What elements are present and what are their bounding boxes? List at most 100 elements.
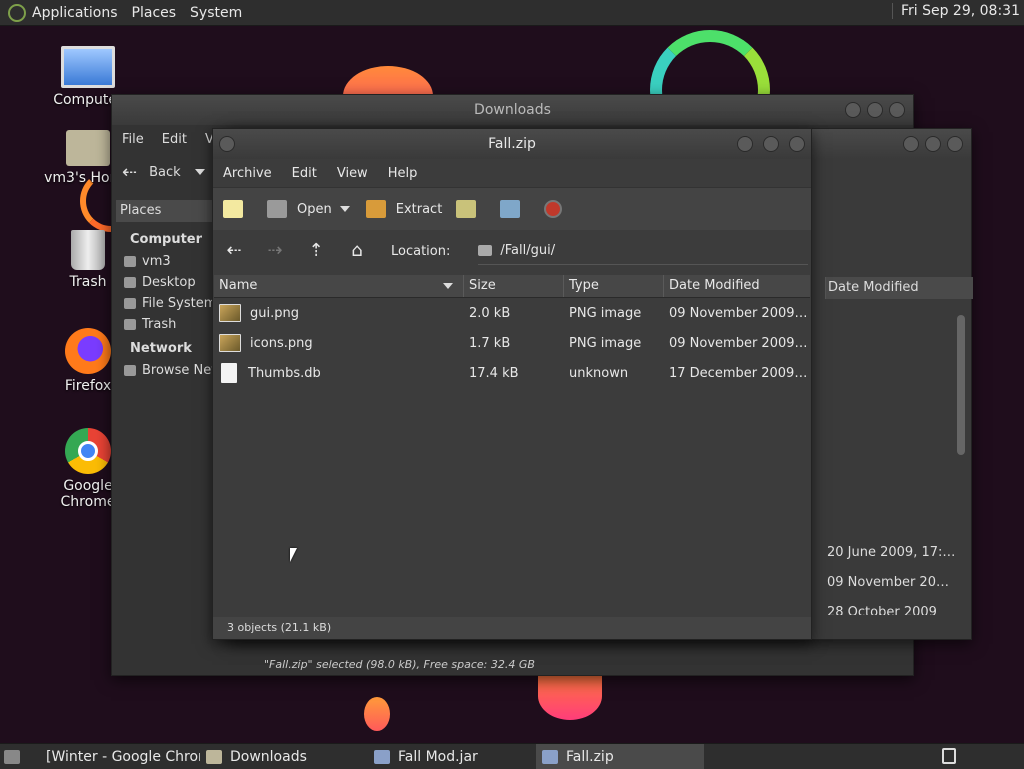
places-menu[interactable]: Places (132, 5, 177, 21)
archive-icon (374, 749, 390, 764)
menu-view[interactable]: View (337, 166, 368, 181)
fall-titlebar[interactable]: Fall.zip (213, 129, 811, 159)
fall-menubar: Archive Edit View Help (213, 159, 811, 187)
column-header-date[interactable]: Date Modified (664, 275, 810, 297)
folder-icon (206, 749, 222, 764)
archive-icon (542, 749, 558, 764)
folder-icon (478, 245, 493, 256)
applications-menu[interactable]: Applications (32, 5, 118, 21)
close-button[interactable] (947, 136, 963, 152)
workspace-switcher-icon[interactable] (942, 748, 956, 764)
file-type: PNG image (569, 335, 642, 351)
minimize-button[interactable] (737, 136, 753, 152)
maximize-button[interactable] (925, 136, 941, 152)
open-icon (267, 200, 287, 218)
sidebar-item-browse-network[interactable]: Browse Network (116, 360, 216, 381)
back-button[interactable]: Back (149, 165, 181, 180)
maximize-button[interactable] (867, 102, 883, 118)
menu-archive[interactable]: Archive (223, 166, 272, 181)
sidebar-group-computer: Computer (130, 232, 203, 247)
downloads-title: Downloads (474, 102, 551, 118)
sidebar-item-desktop[interactable]: Desktop (116, 272, 216, 293)
show-desktop-icon (4, 749, 20, 764)
add-folder-button[interactable] (500, 200, 530, 218)
sidebar-header[interactable]: Places (116, 200, 216, 222)
stop-button[interactable] (544, 200, 572, 218)
close-button[interactable] (789, 136, 805, 152)
home-icon[interactable]: ⌂ (346, 240, 368, 262)
extract-button[interactable]: Extract (365, 200, 442, 218)
clock[interactable]: Fri Sep 29, 08:31 (891, 3, 1020, 19)
minimize-button[interactable] (845, 102, 861, 118)
close-button[interactable] (889, 102, 905, 118)
file-name: icons.png (250, 335, 313, 351)
column-header-type[interactable]: Type (564, 275, 664, 297)
location-label: Location: (391, 243, 451, 259)
forward-arrow-icon[interactable]: ⇢ (264, 240, 286, 262)
stop-icon (544, 200, 563, 218)
taskbar-item-fall-mod-jar[interactable]: Fall Mod.jar (368, 744, 536, 769)
file-list-header: Name Size Type Date Modified (214, 275, 810, 298)
image-file-icon (219, 304, 241, 322)
wallpaper-shape-bottom (538, 672, 602, 720)
computer-icon (61, 46, 115, 88)
minimize-button[interactable] (903, 136, 919, 152)
sidebar-item-trash[interactable]: Trash (116, 314, 216, 335)
column-header-date[interactable]: Date Modified (825, 277, 973, 299)
menu-edit[interactable]: Edit (162, 132, 187, 147)
places-sidebar: Places Computer vm3 Desktop File System … (116, 200, 216, 670)
window-menu-button[interactable] (219, 136, 235, 152)
downloads-statusbar: "Fall.zip" selected (98.0 kB), Free spac… (264, 658, 535, 671)
back-history-dropdown[interactable] (194, 169, 205, 175)
home-folder-icon (66, 130, 110, 166)
vertical-scrollbar[interactable] (955, 299, 967, 615)
open-button[interactable]: Open (267, 200, 332, 218)
file-row[interactable]: Thumbs.db 17.4 kB unknown 17 December 20… (214, 358, 810, 388)
back-arrow-icon[interactable]: ⇠ (223, 240, 245, 262)
new-archive-icon (223, 200, 243, 218)
show-desktop-button[interactable] (0, 744, 32, 769)
downloads-titlebar[interactable]: Downloads (112, 95, 913, 125)
up-arrow-icon[interactable]: ⇡ (305, 240, 327, 262)
sidebar-item-file-system[interactable]: File System (116, 293, 216, 314)
file-name: gui.png (250, 305, 299, 321)
file-size: 1.7 kB (469, 335, 511, 351)
menu-edit[interactable]: Edit (292, 166, 317, 181)
file-date: 09 November 2009, 12:00 (669, 335, 810, 351)
date-cell: 20 June 2009, 17:42 (827, 545, 957, 560)
menu-help[interactable]: Help (388, 166, 418, 181)
open-dropdown[interactable] (339, 206, 350, 212)
archive-manager-window: Fall.zip Archive Edit View Help Open Ext… (212, 128, 812, 640)
taskbar: [Winter - Google Chrome] Downloads Fall … (0, 743, 1024, 769)
file-row[interactable]: gui.png 2.0 kB PNG image 09 November 200… (214, 298, 810, 328)
add-files-button[interactable] (456, 200, 486, 218)
new-archive-button[interactable] (223, 200, 253, 218)
column-header-size[interactable]: Size (464, 275, 564, 297)
wallpaper-shape-small (364, 697, 390, 731)
file-row[interactable]: icons.png 1.7 kB PNG image 09 November 2… (214, 328, 810, 358)
maximize-button[interactable] (763, 136, 779, 152)
file-date: 09 November 2009, 12:00 (669, 305, 810, 321)
sidebar-group-network: Network (130, 341, 192, 356)
menu-file[interactable]: File (122, 132, 144, 147)
fall-toolbar: Open Extract (213, 187, 811, 230)
extract-icon (365, 200, 386, 218)
distro-logo-icon[interactable] (8, 3, 26, 22)
location-bar: ⇠ ⇢ ⇡ ⌂ Location: /Fall/gui/ (213, 230, 811, 272)
sidebar-item-vm3[interactable]: vm3 (116, 251, 216, 272)
chrome-icon (65, 428, 111, 474)
taskbar-item-downloads[interactable]: Downloads (200, 744, 368, 769)
file-size: 2.0 kB (469, 305, 511, 321)
column-header-name[interactable]: Name (214, 275, 464, 297)
file-type: PNG image (569, 305, 642, 321)
system-menu[interactable]: System (190, 5, 242, 21)
taskbar-item-fall-zip[interactable]: Fall.zip (536, 744, 704, 769)
trash-icon (71, 230, 105, 270)
firefox-icon (65, 328, 111, 374)
location-path: /Fall/gui/ (500, 243, 556, 258)
taskbar-item-chrome[interactable]: [Winter - Google Chrome] (32, 744, 200, 769)
file-size: 17.4 kB (469, 365, 519, 381)
location-field[interactable]: /Fall/gui/ (478, 237, 809, 265)
scrollbar-thumb[interactable] (957, 315, 965, 455)
file-type: unknown (569, 365, 629, 381)
